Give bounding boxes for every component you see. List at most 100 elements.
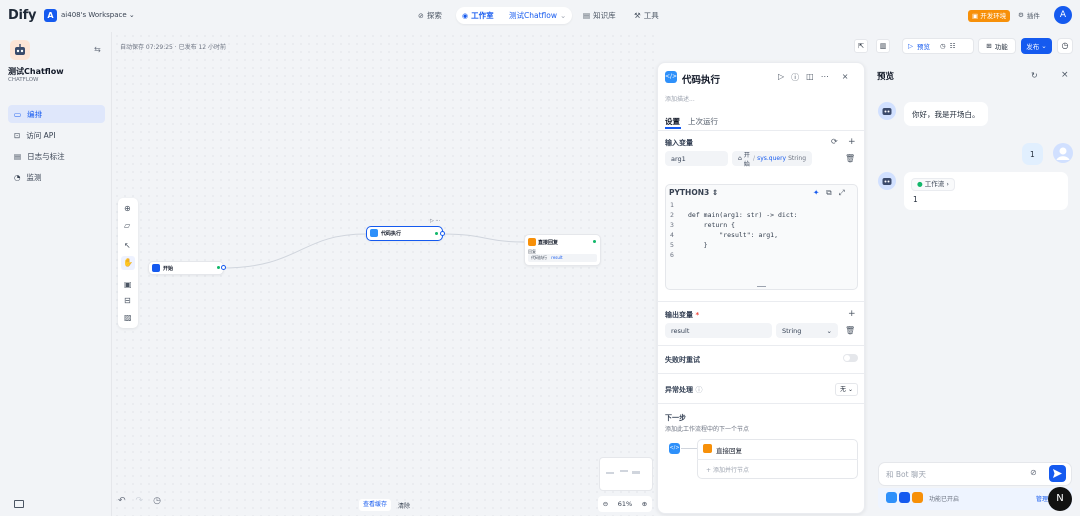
panel-actions: ▷ ⓘ ◫ ⋯ × xyxy=(778,72,848,83)
code-icon: </> xyxy=(669,443,680,454)
chevron-right-icon: › xyxy=(946,180,949,188)
line-number: 5 xyxy=(670,241,674,249)
code-node-handle[interactable] xyxy=(440,231,445,236)
zoom-in-icon[interactable]: ⊕ xyxy=(642,500,647,508)
preview-title: 预览 xyxy=(877,72,895,82)
layout-icon[interactable]: ◫ xyxy=(806,72,814,83)
output-vars-label: 输出变量 * xyxy=(665,311,700,319)
workflow-tag[interactable]: ● 工作流 › xyxy=(911,178,955,191)
attachment-icon[interactable]: ⊘ xyxy=(1030,468,1037,477)
robot-icon xyxy=(882,108,892,115)
error-handling-select[interactable]: 无 ⌄ xyxy=(835,383,858,396)
language-select[interactable]: PYTHON3 ⇕ xyxy=(669,188,718,197)
add-icon: + xyxy=(706,467,712,474)
feature-icon xyxy=(912,492,923,503)
refresh-icon[interactable]: ↻ xyxy=(1031,71,1038,80)
next-step-label: 下一步 xyxy=(665,414,686,422)
undo-icon[interactable]: ↶ xyxy=(118,496,126,506)
tab-settings[interactable]: 设置 xyxy=(665,116,680,127)
line-number: 6 xyxy=(670,251,674,259)
close-icon[interactable]: × xyxy=(842,72,849,83)
add-icon[interactable]: + xyxy=(848,137,856,147)
active-tab-indicator xyxy=(665,127,681,129)
code-line: } xyxy=(688,241,708,249)
feature-icon xyxy=(886,492,897,503)
copy-icon[interactable]: ⧉ xyxy=(826,188,831,198)
more-icon[interactable]: ⋯ xyxy=(821,72,829,83)
zoom-out-icon[interactable]: ⊖ xyxy=(603,500,608,508)
node-more-icon[interactable]: ▷ ⋯ xyxy=(430,218,440,224)
delete-icon[interactable]: 🗑 xyxy=(845,154,855,163)
bot-avatar xyxy=(878,172,896,190)
code-actions: ✦ ⧉ ⤢ xyxy=(813,188,845,198)
line-number: 4 xyxy=(670,231,674,239)
features-enabled-text: 功能已开启 xyxy=(929,496,960,503)
user-message: 1 xyxy=(1022,143,1043,165)
preview-panel xyxy=(868,62,1078,514)
line-number: 1 xyxy=(670,201,674,209)
manage-features-link[interactable]: 管理 xyxy=(1036,494,1048,503)
run-icon[interactable]: ▷ xyxy=(778,72,784,83)
undo-redo-group: ↶ ↷ ◷ xyxy=(118,496,161,506)
chevron-updown-icon: ⇕ xyxy=(709,188,719,197)
code-icon: </> xyxy=(665,71,677,83)
view-cache-button[interactable]: 查看缓存 xyxy=(359,499,392,511)
code-line: def main(arg1: str) -> dict: xyxy=(688,211,798,219)
chevron-down-icon: ⌄ xyxy=(826,326,832,335)
answer-node-var: 代码执行 result xyxy=(528,254,597,262)
bot-greeting: 你好，我是开场白。 xyxy=(904,102,988,126)
retry-toggle[interactable] xyxy=(843,354,858,362)
chevron-down-icon: ⌄ xyxy=(847,386,853,393)
answer-icon xyxy=(703,444,712,453)
add-parallel-node-button[interactable]: + 添加并行节点 xyxy=(706,465,749,474)
add-icon[interactable]: + xyxy=(848,309,856,319)
status-success-icon xyxy=(217,266,220,269)
code-icon xyxy=(370,229,378,237)
output-var-type[interactable]: String ⌄ xyxy=(776,323,838,338)
start-node-handle[interactable] xyxy=(221,265,226,270)
resize-handle[interactable] xyxy=(757,286,766,287)
input-vars-label: 输入变量 xyxy=(665,139,693,147)
input-var-name[interactable]: arg1 xyxy=(665,151,728,166)
send-icon xyxy=(1053,469,1062,478)
close-icon[interactable]: × xyxy=(1061,70,1069,80)
sync-icon[interactable]: ⟳ xyxy=(831,137,838,146)
status-success-icon xyxy=(593,240,596,243)
retry-label: 失败时重试 xyxy=(665,356,700,364)
status-success-icon xyxy=(435,232,438,235)
help-icon[interactable]: ⓘ xyxy=(791,72,799,83)
code-line: "result": arg1, xyxy=(688,231,779,239)
home-icon: ⌂ xyxy=(738,155,742,162)
chat-input[interactable]: 和 Bot 聊天 xyxy=(886,469,926,480)
robot-icon xyxy=(882,178,892,185)
next-node-answer[interactable]: 直接回复 xyxy=(716,445,742,455)
send-button[interactable] xyxy=(1049,465,1066,482)
panel-description[interactable]: 添加描述... xyxy=(665,94,695,103)
delete-icon[interactable]: 🗑 xyxy=(845,326,855,335)
history-icon[interactable]: ◷ xyxy=(153,496,161,506)
redo-icon[interactable]: ↷ xyxy=(136,496,144,506)
bot-avatar xyxy=(878,102,896,120)
answer-icon xyxy=(528,238,536,246)
bot-reply-text: 1 xyxy=(913,195,918,204)
sparkle-icon[interactable]: ✦ xyxy=(813,188,819,198)
code-node-title: 代码执行 xyxy=(381,231,402,237)
next-step-desc: 添加此工作流程中的下一个节点 xyxy=(665,426,750,433)
home-icon xyxy=(152,264,160,272)
answer-node-title: 直接回复 xyxy=(538,240,559,246)
assistant-fab[interactable]: N xyxy=(1048,487,1072,511)
output-var-name[interactable]: result xyxy=(665,323,772,338)
check-circle-icon: ● xyxy=(917,180,923,188)
panel-title[interactable]: 代码执行 xyxy=(682,72,720,86)
feature-icon xyxy=(899,492,910,503)
line-number: 2 xyxy=(670,211,674,219)
expand-icon[interactable]: ⤢ xyxy=(839,188,845,198)
tab-last-run[interactable]: 上次运行 xyxy=(688,116,718,127)
zoom-control: ⊖ 61% ⊕ xyxy=(598,496,652,512)
input-var-source[interactable]: ⌂ 开始 / sys.query String xyxy=(732,151,812,168)
help-icon[interactable]: ⓘ xyxy=(695,386,702,394)
error-handling-label: 异常处理 ⓘ xyxy=(665,386,703,394)
zoom-level[interactable]: 61% xyxy=(618,500,632,508)
clear-button[interactable]: 清除 xyxy=(398,501,410,510)
minimap[interactable] xyxy=(599,457,653,491)
